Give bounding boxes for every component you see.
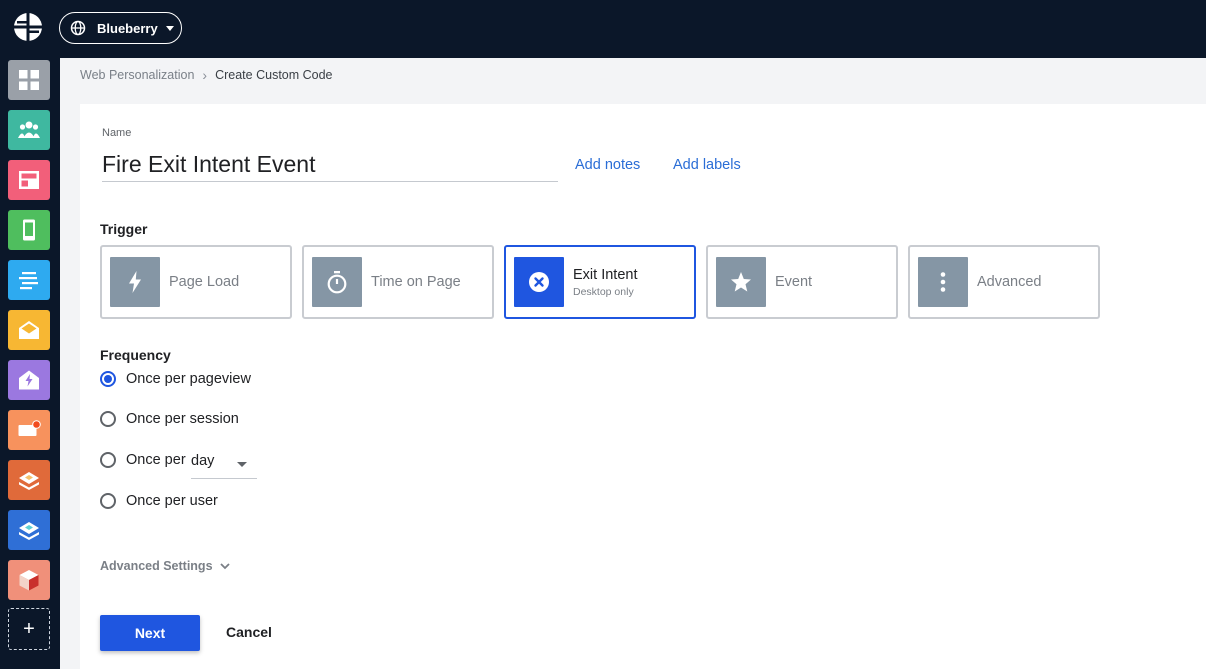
- cube-icon: [19, 570, 39, 591]
- list-icon: [19, 272, 38, 290]
- stopwatch-icon: [327, 271, 347, 294]
- logo-icon[interactable]: [13, 12, 43, 42]
- radio-button[interactable]: [100, 411, 116, 427]
- triggered-email-app-button[interactable]: [8, 360, 50, 400]
- radio-label: Once per user: [126, 493, 218, 509]
- trigger-title: Trigger: [100, 221, 148, 237]
- layout-icon: [19, 171, 39, 189]
- trigger-label: Page Load: [169, 274, 240, 290]
- top-bar: Blueberry: [0, 0, 1206, 58]
- chevron-down-icon: [219, 563, 230, 570]
- add-app-button[interactable]: +: [8, 608, 50, 650]
- app-sidebar: +: [0, 58, 60, 669]
- star-icon: [731, 272, 751, 292]
- form-card: Name Add notes Add labels Trigger Page L…: [80, 104, 1206, 669]
- breadcrumb-parent-link[interactable]: Web Personalization: [80, 68, 194, 82]
- trigger-label: Event: [775, 274, 813, 290]
- globe-icon: [70, 20, 86, 36]
- frequency-option-period[interactable]: Once per: [100, 452, 186, 468]
- list-app-button[interactable]: [8, 260, 50, 300]
- cube-app-button[interactable]: [8, 560, 50, 600]
- trigger-label: Advanced: [977, 274, 1042, 290]
- trigger-sublabel: Desktop only: [573, 285, 634, 298]
- breadcrumb: Web Personalization › Create Custom Code: [80, 67, 333, 83]
- lightning-icon: [129, 271, 141, 293]
- radio-label: Once per: [126, 452, 186, 468]
- mobile-icon: [23, 219, 35, 241]
- trigger-event[interactable]: Event: [706, 245, 898, 319]
- mobile-app-button[interactable]: [8, 210, 50, 250]
- triggered-email-icon: [19, 370, 39, 390]
- advanced-settings-label: Advanced Settings: [100, 559, 213, 573]
- radio-button[interactable]: [100, 371, 116, 387]
- add-labels-link[interactable]: Add labels: [673, 157, 741, 173]
- more-vertical-icon: [940, 272, 946, 292]
- dropdown-caret-icon: [237, 462, 247, 467]
- layers-icon: [19, 522, 39, 540]
- trigger-advanced[interactable]: Advanced: [908, 245, 1100, 319]
- web-personalization-app-button[interactable]: [8, 160, 50, 200]
- trigger-icon-box: [312, 257, 362, 307]
- radio-button[interactable]: [100, 452, 116, 468]
- close-circle-icon: [529, 272, 549, 292]
- advanced-settings-toggle[interactable]: Advanced Settings: [100, 559, 231, 573]
- notification-icon: [18, 420, 41, 436]
- frequency-title: Frequency: [100, 347, 171, 363]
- breadcrumb-current: Create Custom Code: [215, 68, 333, 82]
- trigger-icon-box: [918, 257, 968, 307]
- stack-icon: [19, 472, 39, 490]
- cancel-button[interactable]: Cancel: [226, 624, 272, 640]
- layers-app-button[interactable]: [8, 510, 50, 550]
- audience-app-button[interactable]: [8, 110, 50, 150]
- period-value: day: [191, 453, 215, 469]
- chevron-right-icon: ›: [202, 67, 208, 83]
- frequency-option-user[interactable]: Once per user: [100, 493, 218, 509]
- audience-icon: [18, 121, 40, 138]
- trigger-label: Time on Page: [371, 274, 461, 290]
- frequency-option-session[interactable]: Once per session: [100, 411, 239, 427]
- frequency-option-pageview[interactable]: Once per pageview: [100, 371, 251, 387]
- trigger-icon-box: [716, 257, 766, 307]
- workspace-selector[interactable]: Blueberry: [59, 12, 182, 44]
- trigger-time-on-page[interactable]: Time on Page: [302, 245, 494, 319]
- radio-label: Once per session: [126, 411, 239, 427]
- name-input[interactable]: [102, 148, 558, 182]
- dashboard-icon: [19, 70, 39, 90]
- email-icon: [19, 321, 39, 339]
- radio-button[interactable]: [100, 493, 116, 509]
- name-label: Name: [102, 127, 132, 139]
- chevron-down-icon: [165, 25, 174, 31]
- dashboard-app-button[interactable]: [8, 60, 50, 100]
- email-app-button[interactable]: [8, 310, 50, 350]
- trigger-text: Exit Intent Desktop only: [564, 267, 637, 298]
- trigger-icon-box: [110, 257, 160, 307]
- workspace-name: Blueberry: [97, 20, 158, 36]
- trigger-label: Exit Intent: [573, 266, 638, 283]
- trigger-exit-intent[interactable]: Exit Intent Desktop only: [504, 245, 696, 319]
- stack-app-button[interactable]: [8, 460, 50, 500]
- trigger-page-load[interactable]: Page Load: [100, 245, 292, 319]
- period-select[interactable]: day: [191, 449, 257, 479]
- radio-label: Once per pageview: [126, 371, 251, 387]
- notification-app-button[interactable]: [8, 410, 50, 450]
- next-button[interactable]: Next: [100, 615, 200, 651]
- add-notes-link[interactable]: Add notes: [575, 157, 640, 173]
- trigger-icon-box: [514, 257, 564, 307]
